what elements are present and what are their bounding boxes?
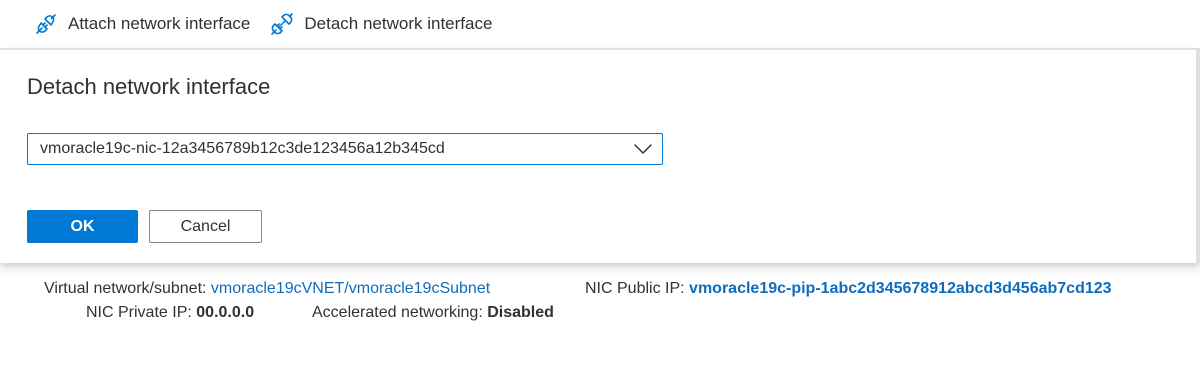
accelerated-networking-label: Accelerated networking: — [312, 304, 483, 321]
nic-private-ip-value: 00.0.0.0 — [196, 304, 255, 321]
vnet-subnet-item: Virtual network/subnet: vmoracle19cVNET/… — [44, 280, 490, 298]
vnet-subnet-link[interactable]: vmoracle19cVNET/vmoracle19cSubnet — [211, 280, 490, 297]
nic-private-ip-item: NIC Private IP: 00.0.0.0 — [86, 304, 254, 322]
nic-public-ip-link[interactable]: vmoracle19c-pip-1abc2d345678912abcd3d456… — [689, 280, 1111, 297]
network-details: Virtual network/subnet: vmoracle19cVNET/… — [0, 262, 1200, 371]
nic-public-ip-item: NIC Public IP: vmoracle19c-pip-1abc2d345… — [585, 280, 1112, 298]
attach-label: Attach network interface — [68, 14, 251, 33]
chevron-down-icon — [634, 142, 652, 156]
attach-network-interface-button[interactable]: Attach network interface — [34, 4, 250, 44]
nic-public-ip-label: NIC Public IP: — [585, 280, 685, 297]
detach-label: Detach network interface — [304, 14, 493, 33]
cancel-button[interactable]: Cancel — [149, 210, 262, 243]
nic-private-ip-label: NIC Private IP: — [86, 304, 192, 321]
detach-network-interface-button[interactable]: Detach network interface — [270, 4, 492, 44]
accelerated-networking-value: Disabled — [487, 304, 554, 321]
plug-disconnect-icon — [270, 12, 294, 36]
dropdown-selected-value: vmoracle19c-nic-12a3456789b12c3de123456a… — [40, 140, 445, 157]
page: Attach network interface Detach network … — [0, 0, 1200, 371]
network-interface-dropdown[interactable]: vmoracle19c-nic-12a3456789b12c3de123456a… — [27, 133, 663, 165]
vnet-subnet-label: Virtual network/subnet: — [44, 280, 207, 297]
scrollbar-track[interactable] — [1196, 48, 1200, 263]
plug-connect-icon — [34, 12, 58, 36]
detach-network-interface-panel: Detach network interface vmoracle19c-nic… — [0, 48, 1200, 263]
toolbar: Attach network interface Detach network … — [0, 0, 1200, 48]
panel-title: Detach network interface — [27, 74, 271, 99]
ok-button[interactable]: OK — [27, 210, 138, 243]
accelerated-networking-item: Accelerated networking: Disabled — [312, 304, 554, 322]
